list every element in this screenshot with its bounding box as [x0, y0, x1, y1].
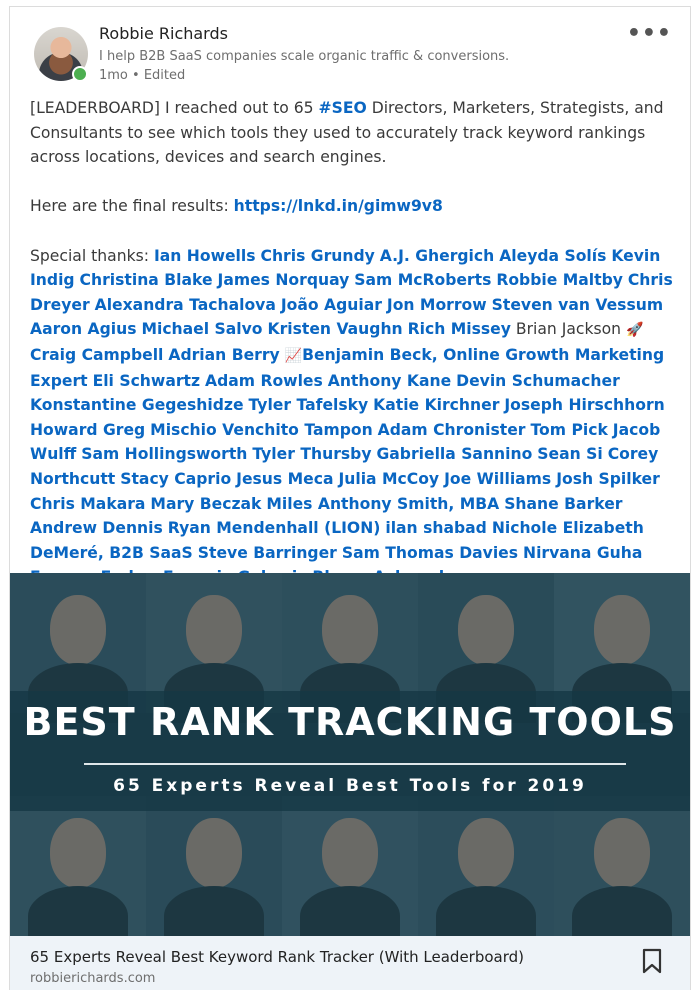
mention-link[interactable]: Jon Morrow	[387, 296, 487, 314]
mention-link[interactable]: Adrian Berry	[168, 346, 279, 364]
mention-link[interactable]: Jesus Meca	[236, 470, 333, 488]
post-body: [LEADERBOARD] I reached out to 65 #SEO D…	[30, 96, 680, 590]
mention-link[interactable]: Kristen Vaughn	[267, 320, 402, 338]
mention-link[interactable]: Joseph Hirschhorn	[504, 396, 664, 414]
mention-link[interactable]: Steve Barringer	[198, 544, 337, 562]
mention-link[interactable]: Craig Campbell	[30, 346, 163, 364]
mention-link[interactable]: Steven van Vessum	[492, 296, 663, 314]
link-preview-title[interactable]: 65 Experts Reveal Best Keyword Rank Trac…	[30, 948, 524, 966]
rocket-icon: 🚀	[626, 322, 644, 339]
mention-link[interactable]: Howard Greg	[30, 421, 145, 439]
mention-link[interactable]: Shane Barker	[504, 495, 622, 513]
mention-link[interactable]: Anthony Kane	[328, 372, 451, 390]
link-preview-domain: robbierichards.com	[30, 971, 156, 986]
mention-link[interactable]: Robbie Maltby	[496, 271, 623, 289]
mention-link[interactable]: Sam McRoberts	[354, 271, 491, 289]
mention-link[interactable]: Alexandra Tachalova	[95, 296, 276, 314]
post-intro: [LEADERBOARD] I reached out to 65 #SEO D…	[30, 96, 680, 170]
plain-name: Brian Jackson	[515, 320, 622, 339]
mention-link[interactable]: Katie Kirchner	[373, 396, 499, 414]
author-name[interactable]: Robbie Richards	[99, 24, 228, 43]
mention-link[interactable]: Sam Hollingsworth	[81, 445, 247, 463]
mention-link[interactable]: Sam Thomas Davies	[342, 544, 518, 562]
mention-link[interactable]: Tom Pick	[530, 421, 607, 439]
mention-link[interactable]: Konstantine Gegeshidze	[30, 396, 244, 414]
mention-link[interactable]: Miles Anthony Smith, MBA	[266, 495, 499, 513]
mention-link[interactable]: Eli Schwartz	[93, 372, 201, 390]
mention-link[interactable]: Adam Rowles	[205, 372, 323, 390]
mention-link[interactable]: James Norquay	[218, 271, 350, 289]
banner-title: BEST RANK TRACKING TOOLS	[23, 700, 677, 744]
mention-link[interactable]: Aleyda Solís	[499, 247, 606, 265]
mention-link[interactable]: Tyler Tafelsky	[249, 396, 369, 414]
results-line: Here are the final results: https://lnkd…	[30, 194, 680, 219]
mention-link[interactable]: Nirvana Guha	[523, 544, 642, 562]
post-card: Robbie Richards I help B2B SaaS companie…	[9, 6, 691, 990]
online-status-icon	[72, 66, 88, 82]
banner-divider	[84, 763, 626, 765]
mention-link[interactable]: Chris Makara	[30, 495, 145, 513]
mention-link[interactable]: Mischio Venchito Tampon	[150, 421, 373, 439]
mention-link[interactable]: Joe Williams	[444, 470, 551, 488]
mention-link[interactable]: Tyler Thursby	[252, 445, 371, 463]
mention-link[interactable]: Adam Chronister	[378, 421, 526, 439]
mention-link[interactable]: Michael Salvo	[141, 320, 262, 338]
mention-link[interactable]: Andrew Dennis	[30, 519, 163, 537]
intro-text: [LEADERBOARD] I reached out to 65	[30, 99, 319, 117]
mention-link[interactable]: Josh Spilker	[556, 470, 660, 488]
chart-increasing-icon: 📈	[284, 347, 303, 364]
hashtag-seo[interactable]: #SEO	[319, 99, 367, 117]
mention-link[interactable]: Aaron Agius	[30, 320, 136, 338]
bookmark-icon[interactable]	[642, 948, 662, 974]
mention-link[interactable]: A.J. Ghergich	[380, 247, 494, 265]
mention-link[interactable]: Stacy Caprio	[120, 470, 231, 488]
mention-link[interactable]: Gabriella Sannino	[376, 445, 532, 463]
mention-link[interactable]: Devin Schumacher	[456, 372, 620, 390]
author-headline: I help B2B SaaS companies scale organic …	[99, 49, 510, 64]
link-preview[interactable]: 65 Experts Reveal Best Keyword Rank Trac…	[10, 936, 690, 990]
mention-link[interactable]: João Aguiar	[281, 296, 382, 314]
mention-link[interactable]: Rich Missey	[408, 320, 511, 338]
mention-link[interactable]: ilan shabad	[385, 519, 487, 537]
article-banner-image[interactable]: BEST RANK TRACKING TOOLS 65 Experts Reve…	[10, 573, 690, 936]
results-label: Here are the final results:	[30, 197, 234, 216]
post-timestamp: 1mo • Edited	[99, 68, 186, 83]
banner-subtitle: 65 Experts Reveal Best Tools for 2019	[113, 776, 587, 796]
mention-link[interactable]: Chris Grundy	[261, 247, 375, 265]
mention-link[interactable]: Julia McCoy	[338, 470, 439, 488]
mention-link[interactable]: Ian Howells	[154, 247, 256, 265]
special-thanks: Special thanks: Ian Howells Chris Grundy…	[30, 244, 680, 590]
results-link[interactable]: https://lnkd.in/gimw9v8	[234, 197, 443, 215]
mention-link[interactable]: Christina Blake	[80, 271, 213, 289]
mention-link[interactable]: Ryan Mendenhall (LION)	[168, 519, 381, 537]
mention-link[interactable]: Mary Beczak	[150, 495, 261, 513]
thanks-label: Special thanks:	[30, 246, 154, 265]
mention-link[interactable]: Sean Si	[537, 445, 602, 463]
more-options-icon[interactable]: •••	[627, 23, 672, 45]
